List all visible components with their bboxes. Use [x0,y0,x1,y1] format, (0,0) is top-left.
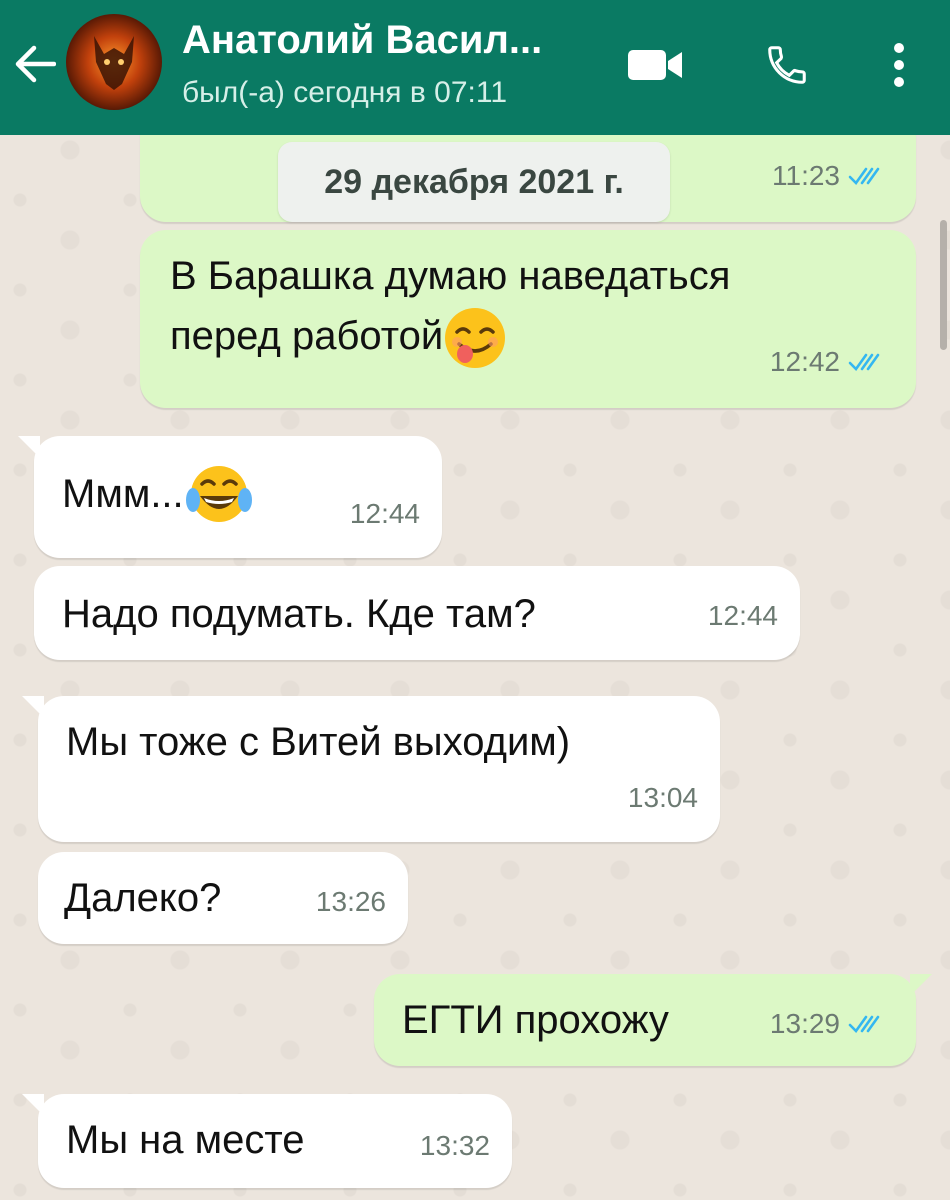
face-with-tears-of-joy-emoji [185,466,252,523]
more-options-button[interactable] [864,30,934,100]
contact-avatar[interactable] [66,14,162,110]
bubble-tail [910,974,932,996]
message-meta: 13:04 [628,768,698,828]
video-camera-icon [628,50,682,80]
message-time: 13:32 [419,1130,490,1161]
message-meta: 12:44 [350,484,420,544]
message-text: Ммм... [62,464,254,528]
message-line-with-emoji: перед работой [170,306,730,370]
read-ticks-icon [848,167,880,186]
message-bubble-outgoing[interactable]: В Барашка думаю наведаться перед работой… [140,230,916,408]
message-meta: 13:32 [420,1116,490,1176]
message-bubble-incoming[interactable]: Надо подумать. Кде там? 12:44 [34,566,800,660]
phone-icon [768,46,806,84]
date-separator: 29 декабря 2021 г. [278,142,670,222]
message-bubble-incoming[interactable]: Ммм... 12:44 [18,436,442,558]
read-ticks-icon [848,1015,880,1034]
message-meta: 13:26 [316,872,386,932]
message-bubble-outgoing[interactable]: ЕГТИ прохожу 13:29 [374,974,932,1066]
last-seen-status: был(-а) сегодня в 07:11 [182,76,508,109]
voice-call-button[interactable] [752,30,822,100]
video-call-button[interactable] [620,30,690,100]
message-text: В Барашка думаю наведаться перед работой [170,246,730,370]
chat-header: Анатолий Васил... был(-а) сегодня в 07:1… [0,0,950,135]
message-text: Далеко? [64,876,222,920]
message-meta: 11:23 [772,146,882,206]
message-meta: 12:44 [708,586,778,646]
message-bubble-incoming[interactable]: Мы тоже с Витей выходим) 13:04 [22,696,720,842]
back-button[interactable] [8,34,60,94]
message-body: Ммм... [62,472,184,516]
face-savoring-food-emoji [445,308,506,369]
arrow-left-icon [15,45,56,83]
message-line: В Барашка думаю наведаться [170,254,731,298]
message-time: 13:29 [769,1008,840,1039]
bubble-tail [22,696,44,718]
message-text: Надо подумать. Кде там? [62,592,536,636]
message-time: 13:26 [315,886,386,917]
contact-name[interactable]: Анатолий Васил... [182,18,542,63]
message-bubble-incoming[interactable]: Мы на месте 13:32 [22,1094,512,1188]
message-line: перед работой [170,314,444,358]
message-time: 11:23 [772,160,840,191]
message-text: Мы на месте [66,1118,305,1162]
message-text: Мы тоже с Витей выходим) [66,720,571,764]
scrollbar[interactable] [940,220,947,350]
message-bubble-incoming[interactable]: Далеко? 13:26 [38,852,408,944]
message-time: 12:42 [769,346,840,377]
message-meta: 13:29 [770,994,882,1054]
message-time: 12:44 [707,600,778,631]
message-time: 12:44 [349,498,420,529]
message-text: ЕГТИ прохожу [402,998,669,1042]
bubble-tail [22,1094,44,1116]
read-ticks-icon [848,353,880,372]
message-time: 13:04 [627,782,698,813]
more-vertical-icon [894,43,904,87]
wolf-avatar-icon [94,36,134,90]
message-meta: 12:42 [770,332,882,392]
bubble-tail [18,436,40,458]
